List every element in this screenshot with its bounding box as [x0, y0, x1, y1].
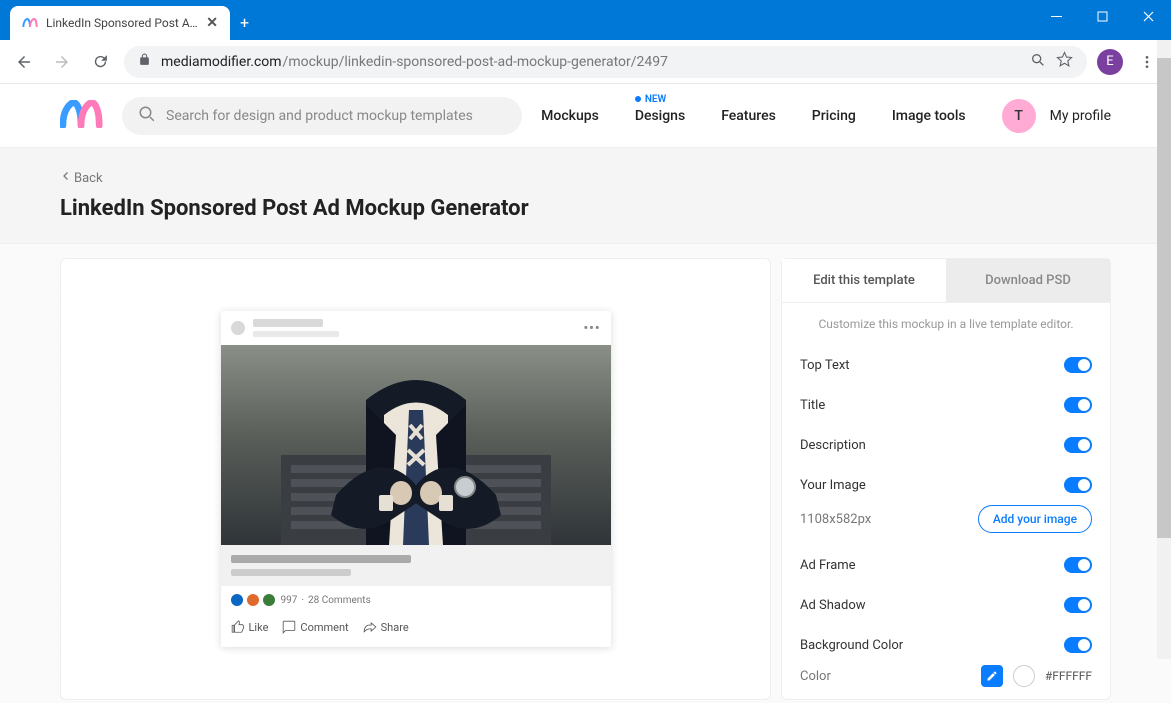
- site-search-input[interactable]: Search for design and product mockup tem…: [122, 97, 522, 135]
- row-description: Description: [800, 438, 866, 453]
- comment-button[interactable]: Comment: [282, 620, 348, 634]
- nav-pricing[interactable]: Pricing: [812, 108, 856, 124]
- address-bar[interactable]: mediamodifier.com/mockup/linkedin-sponso…: [124, 46, 1087, 78]
- tab-title: LinkedIn Sponsored Post Ad Moc: [46, 16, 198, 30]
- bookmark-star-icon[interactable]: [1056, 51, 1073, 72]
- tab-download-psd[interactable]: Download PSD: [946, 259, 1110, 302]
- browser-reload-button[interactable]: [86, 48, 114, 76]
- linkedin-card: •••: [221, 311, 611, 647]
- row-top-text: Top Text: [800, 358, 850, 373]
- reaction-count: 997: [281, 595, 298, 606]
- image-dimensions: 1108x582px: [800, 512, 871, 527]
- reaction-like-icon: [231, 594, 243, 606]
- nav-features[interactable]: Features: [721, 108, 776, 124]
- toggle-top-text[interactable]: [1064, 357, 1092, 373]
- row-your-image: Your Image: [800, 478, 866, 493]
- site-logo-icon[interactable]: [60, 100, 104, 132]
- color-label: Color: [800, 669, 831, 684]
- like-button[interactable]: Like: [231, 620, 269, 634]
- color-picker-button[interactable]: [981, 665, 1003, 687]
- card-more-icon[interactable]: •••: [583, 321, 600, 336]
- skeleton-line: [253, 331, 339, 337]
- mockup-preview: •••: [60, 258, 771, 700]
- window-close-button[interactable]: [1125, 0, 1171, 32]
- new-tab-button[interactable]: +: [240, 13, 249, 32]
- profile-menu[interactable]: T My profile: [1002, 99, 1111, 133]
- panel-hint: Customize this mockup in a live template…: [782, 303, 1110, 345]
- skeleton-line: [253, 319, 323, 327]
- page-title: LinkedIn Sponsored Post Ad Mockup Genera…: [60, 196, 1111, 221]
- color-value: #FFFFFF: [1045, 669, 1092, 683]
- reaction-celebrate-icon: [247, 594, 259, 606]
- url-host: mediamodifier.com: [161, 54, 282, 70]
- tab-close-icon[interactable]: ✕: [206, 16, 218, 30]
- row-title: Title: [800, 398, 825, 413]
- toggle-description[interactable]: [1064, 437, 1092, 453]
- reaction-support-icon: [263, 594, 275, 606]
- skeleton-avatar: [231, 321, 245, 335]
- editor-panel: Edit this template Download PSD Customiz…: [781, 258, 1111, 700]
- page-scrollbar[interactable]: [1157, 40, 1171, 659]
- tab-favicon-icon: [22, 15, 38, 31]
- browser-tab[interactable]: LinkedIn Sponsored Post Ad Moc ✕: [10, 6, 230, 40]
- row-ad-shadow: Ad Shadow: [800, 598, 866, 613]
- row-ad-frame: Ad Frame: [800, 558, 856, 573]
- search-placeholder: Search for design and product mockup tem…: [166, 108, 473, 124]
- toggle-your-image[interactable]: [1064, 477, 1092, 493]
- toggle-ad-shadow[interactable]: [1064, 597, 1092, 613]
- skeleton-line: [231, 555, 411, 563]
- profile-avatar: T: [1002, 99, 1036, 133]
- window-maximize-button[interactable]: [1079, 0, 1125, 32]
- tab-edit-template[interactable]: Edit this template: [782, 259, 946, 302]
- back-link[interactable]: Back: [60, 170, 1111, 186]
- toggle-ad-frame[interactable]: [1064, 557, 1092, 573]
- skeleton-line: [231, 569, 351, 576]
- search-icon: [138, 105, 156, 127]
- share-button[interactable]: Share: [363, 620, 409, 634]
- row-background-color: Background Color: [800, 638, 903, 653]
- comments-count: 28 Comments: [308, 595, 371, 606]
- chevron-left-icon: [60, 170, 72, 186]
- browser-back-button[interactable]: [10, 48, 38, 76]
- add-image-button[interactable]: Add your image: [978, 505, 1092, 533]
- lock-icon: [138, 53, 151, 70]
- toggle-background-color[interactable]: [1064, 637, 1092, 653]
- window-minimize-button[interactable]: [1033, 0, 1079, 32]
- nav-new-badge: NEW: [635, 94, 667, 105]
- browser-forward-button[interactable]: [48, 48, 76, 76]
- profile-label: My profile: [1050, 108, 1111, 124]
- color-swatch[interactable]: [1013, 665, 1035, 687]
- nav-image-tools[interactable]: Image tools: [892, 108, 966, 124]
- scrollbar-thumb[interactable]: [1157, 58, 1171, 538]
- nav-designs[interactable]: NEWDesigns: [635, 108, 685, 124]
- chrome-profile-avatar[interactable]: E: [1097, 49, 1123, 75]
- toggle-title[interactable]: [1064, 397, 1092, 413]
- url-path: /mockup/linkedin-sponsored-post-ad-mocku…: [283, 54, 668, 70]
- zoom-icon[interactable]: [1030, 52, 1046, 72]
- card-image: [221, 345, 611, 545]
- nav-mockups[interactable]: Mockups: [541, 108, 599, 124]
